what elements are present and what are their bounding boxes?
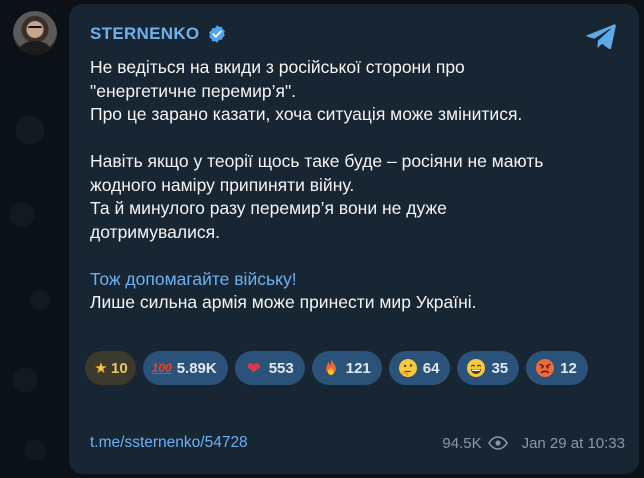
post-date: Jan 29 at 10:33 [521,434,625,452]
fire-icon [325,359,336,375]
text-line: Навіть якщо у теорії щось таке буде – ро… [90,151,544,171]
message-footer: t.me/ssternenko/54728 94.5K Jan 29 at 10… [90,432,625,454]
text-line: жодного наміру припиняти війну. [90,174,355,195]
reaction-angry[interactable]: 12 [526,351,588,385]
reaction-heart[interactable]: ❤ 553 [234,351,305,385]
text-spacer [90,244,630,268]
reaction-thinking[interactable]: 64 [388,351,451,385]
reaction-count: 5.89K [176,359,217,377]
post-url-link[interactable]: t.me/ssternenko/54728 [90,434,248,452]
avatar-glasses [28,26,42,30]
text-line: дотримувалися. [90,221,220,242]
text-line: Та й минулого разу перемир’я вони не дуж… [90,198,447,218]
channel-avatar[interactable] [13,11,57,55]
view-count: 94.5K [442,434,482,452]
reaction-count: 35 [491,359,509,377]
eye-icon [487,436,508,450]
text-line: "енергетичне перемир’я". [90,80,297,101]
reactions-bar: ★ 10 100 5.89K ❤ 553 121 64 35 12 [85,351,615,385]
text-line: Лише сильна армія може принести мир Укра… [90,292,477,312]
verified-badge-icon [209,25,226,43]
message-text: Не ведіться на вкиди з російської сторон… [90,56,630,315]
red-heart-icon: ❤ [246,358,261,378]
reaction-fire[interactable]: 121 [311,351,382,385]
text-line: Не ведіться на вкиди з російської сторон… [90,57,465,77]
grinning-face-icon [467,359,486,377]
reaction-hundred[interactable]: 100 5.89K [142,351,228,385]
reaction-grinning[interactable]: 35 [457,351,520,385]
reaction-count: 121 [345,359,371,377]
message-header: STERNENKO [90,22,227,46]
reaction-count: 64 [422,359,440,377]
reaction-count: 12 [560,359,577,377]
message-bubble: STERNENKO Не ведіться на вкиди з російсь… [69,4,639,474]
channel-name[interactable]: STERNENKO [90,24,199,44]
support-army-link[interactable]: Тож допомагайте війську! [90,268,630,292]
angry-face-icon [536,359,555,377]
star-icon: ★ [94,359,108,377]
text-line: Про це зарано казати, хоча ситуація може… [90,104,523,124]
thinking-face-icon [398,359,417,377]
telegram-icon[interactable] [585,22,617,50]
message-meta: 94.5K Jan 29 at 10:33 [442,435,625,452]
reaction-count: 10 [111,359,128,377]
avatar-figure [19,41,51,55]
reaction-count: 553 [268,359,294,377]
reaction-star[interactable]: ★ 10 [85,351,136,385]
hundred-points-icon: 100 [151,361,172,375]
text-spacer [90,127,630,151]
